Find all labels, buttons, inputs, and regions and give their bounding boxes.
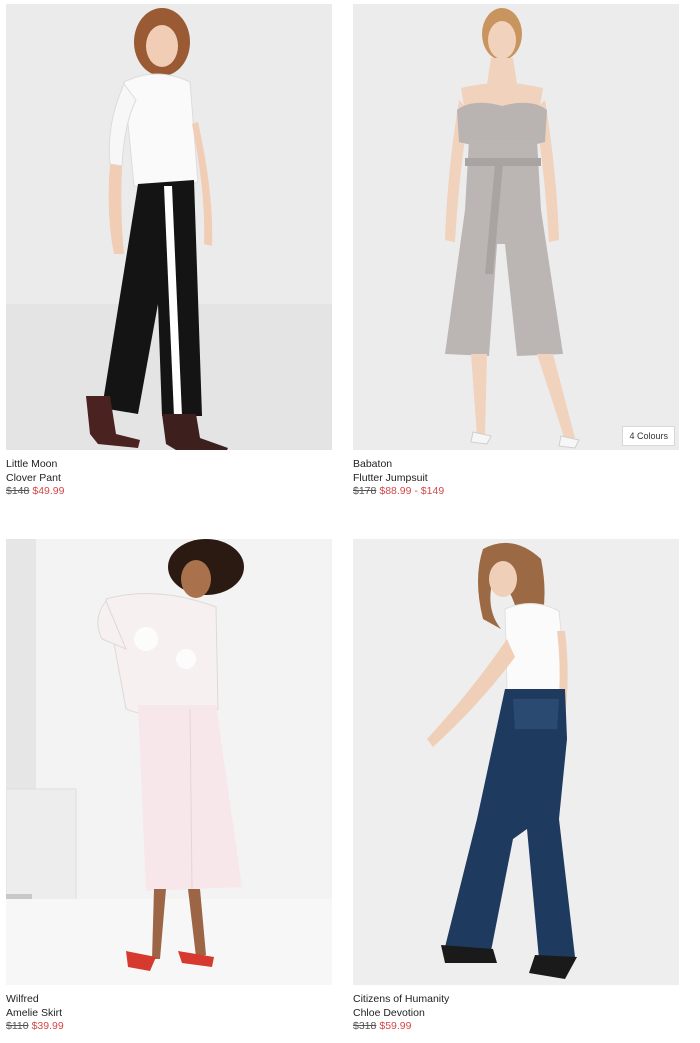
product-brand[interactable]: Little Moon bbox=[6, 458, 332, 472]
product-brand[interactable]: Citizens of Humanity bbox=[353, 993, 679, 1007]
product-brand[interactable]: Babaton bbox=[353, 458, 679, 472]
product-name[interactable]: Clover Pant bbox=[6, 472, 332, 486]
original-price: $178 bbox=[353, 485, 377, 497]
sale-price: $39.99 bbox=[31, 1020, 64, 1032]
product-prices: $110 $39.99 bbox=[6, 1020, 332, 1034]
product-prices: $148 $49.99 bbox=[6, 485, 332, 499]
product-image[interactable] bbox=[6, 4, 332, 450]
product-card[interactable]: Little Moon Clover Pant $148 $49.99 bbox=[6, 4, 332, 499]
product-info: Citizens of Humanity Chloe Devotion $318… bbox=[353, 985, 679, 1034]
colours-badge[interactable]: 4 Colours bbox=[622, 426, 675, 446]
product-name[interactable]: Flutter Jumpsuit bbox=[353, 472, 679, 486]
sale-price: $59.99 bbox=[379, 1020, 412, 1032]
product-photo-illustration bbox=[6, 539, 332, 985]
sale-price: $88.99 - $149 bbox=[379, 485, 445, 497]
product-photo-illustration bbox=[353, 539, 679, 985]
product-card[interactable]: Citizens of Humanity Chloe Devotion $318… bbox=[353, 539, 679, 1034]
product-prices: $178 $88.99 - $149 bbox=[353, 485, 679, 499]
product-image[interactable]: 4 Colours bbox=[353, 4, 679, 450]
product-info: Wilfred Amelie Skirt $110 $39.99 bbox=[6, 985, 332, 1034]
product-card[interactable]: 4 Colours Babaton Flutter Jumpsuit $178 $… bbox=[353, 4, 679, 499]
product-image[interactable] bbox=[6, 539, 332, 985]
product-name[interactable]: Chloe Devotion bbox=[353, 1007, 679, 1021]
product-name[interactable]: Amelie Skirt bbox=[6, 1007, 332, 1021]
original-price: $318 bbox=[353, 1020, 377, 1032]
original-price: $148 bbox=[6, 485, 30, 497]
product-image[interactable] bbox=[353, 539, 679, 985]
product-info: Little Moon Clover Pant $148 $49.99 bbox=[6, 450, 332, 499]
product-photo-illustration bbox=[6, 4, 332, 450]
product-info: Babaton Flutter Jumpsuit $178 $88.99 - $1… bbox=[353, 450, 679, 499]
product-brand[interactable]: Wilfred bbox=[6, 993, 332, 1007]
original-price: $110 bbox=[6, 1020, 29, 1032]
product-photo-illustration bbox=[353, 4, 679, 450]
sale-price: $49.99 bbox=[32, 485, 65, 497]
product-prices: $318 $59.99 bbox=[353, 1020, 679, 1034]
product-card[interactable]: Wilfred Amelie Skirt $110 $39.99 bbox=[6, 539, 332, 1034]
